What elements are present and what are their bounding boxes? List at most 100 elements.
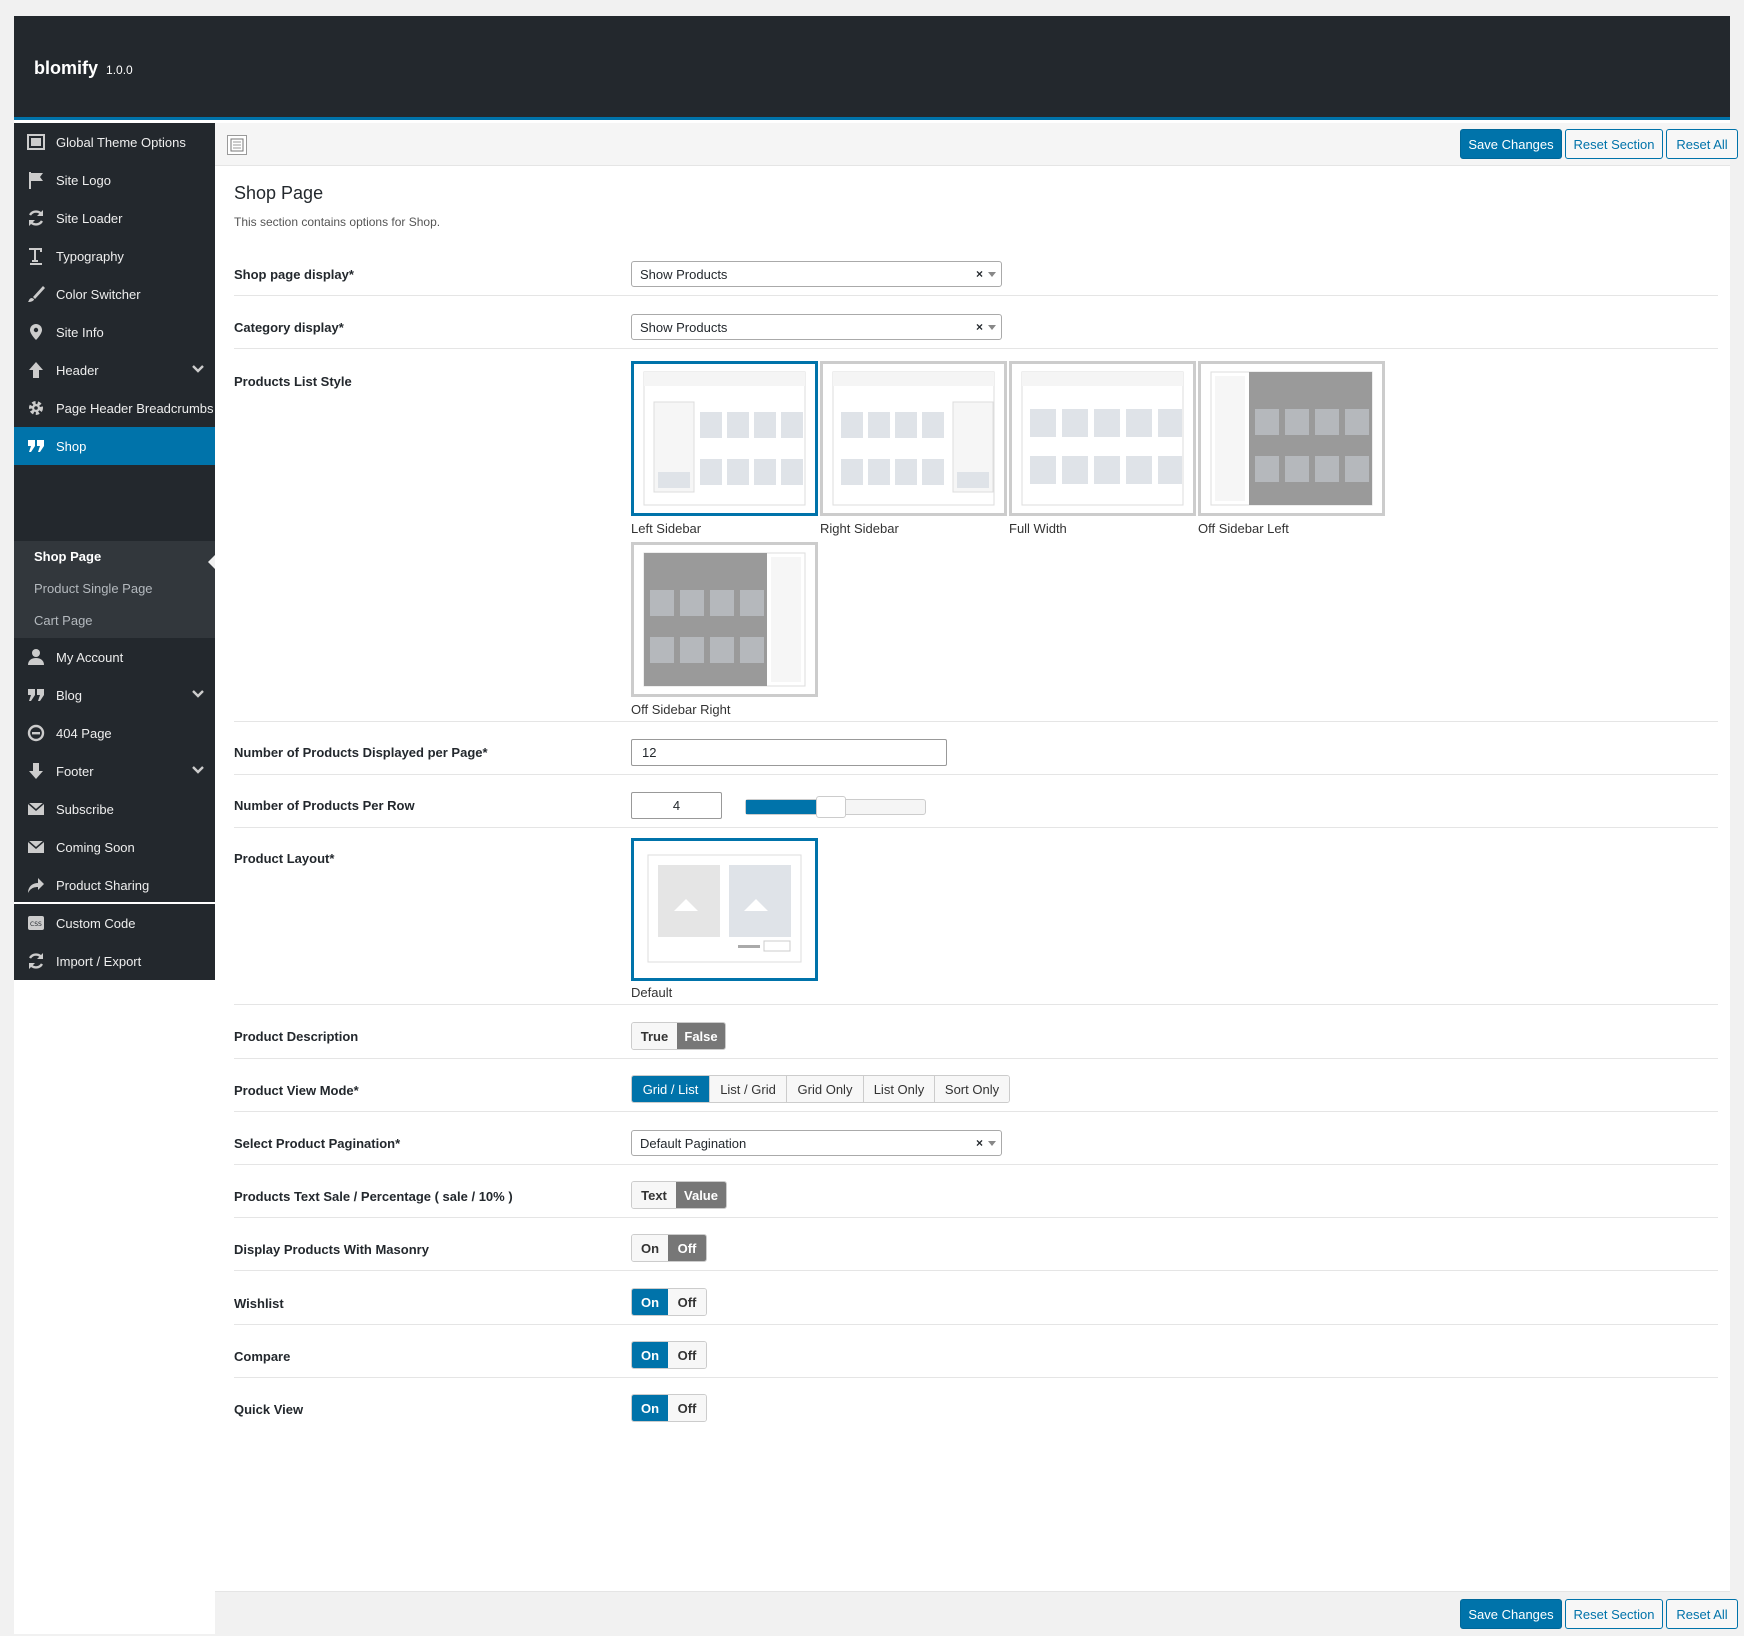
reset-section-button[interactable]: Reset Section bbox=[1565, 129, 1663, 159]
minus-circle-icon bbox=[25, 722, 47, 744]
view-mode-list-grid[interactable]: List / Grid bbox=[709, 1076, 786, 1102]
sidebar-item-site-loader[interactable]: Site Loader bbox=[14, 199, 215, 237]
chevron-down-icon[interactable] bbox=[191, 362, 205, 379]
off-option[interactable]: Off bbox=[668, 1342, 706, 1368]
top-toolbar: Save Changes Reset Section Reset All bbox=[215, 123, 1738, 166]
field-label: Products List Style bbox=[234, 374, 352, 389]
slider-handle[interactable] bbox=[816, 796, 846, 818]
per-page-input[interactable]: 12 bbox=[631, 739, 947, 766]
sidebar-item-label: My Account bbox=[56, 649, 124, 665]
text-option[interactable]: Text bbox=[632, 1182, 676, 1208]
shop-submenu: Shop Page Product Single Page Cart Page bbox=[14, 541, 215, 638]
sidebar-item-typography[interactable]: Typography bbox=[14, 237, 215, 275]
expand-options-icon[interactable] bbox=[227, 135, 247, 155]
list-style-left-sidebar[interactable] bbox=[631, 361, 818, 516]
list-style-caption: Full Width bbox=[1009, 521, 1067, 536]
sidebar-item-product-sharing[interactable]: Product Sharing bbox=[14, 866, 215, 904]
divider bbox=[234, 1004, 1718, 1005]
sidebar-item-header[interactable]: Header bbox=[14, 351, 215, 389]
view-mode-list-only[interactable]: List Only bbox=[863, 1076, 934, 1102]
chevron-down-icon[interactable] bbox=[191, 687, 205, 704]
divider bbox=[234, 1164, 1718, 1165]
app-name: blomify bbox=[34, 58, 99, 78]
save-changes-button[interactable]: Save Changes bbox=[1460, 1599, 1562, 1629]
reset-section-button[interactable]: Reset Section bbox=[1565, 1599, 1663, 1629]
wishlist-switch: On Off bbox=[631, 1288, 707, 1316]
product-layout-preview-icon bbox=[647, 854, 802, 963]
field-label: Wishlist bbox=[234, 1296, 284, 1311]
submenu-item-cart-page[interactable]: Cart Page bbox=[34, 613, 93, 628]
sidebar-item-label: Site Loader bbox=[56, 210, 123, 226]
submenu-item-product-single-page[interactable]: Product Single Page bbox=[34, 581, 153, 596]
product-layout-default[interactable] bbox=[631, 838, 818, 981]
sidebar-item-footer[interactable]: Footer bbox=[14, 752, 215, 790]
right-sidebar-preview-icon bbox=[832, 371, 995, 506]
list-style-caption: Right Sidebar bbox=[820, 521, 899, 536]
off-option[interactable]: Off bbox=[668, 1289, 706, 1315]
sidebar-item-shop[interactable]: Shop bbox=[14, 427, 215, 465]
list-style-off-sidebar-left[interactable] bbox=[1198, 361, 1385, 516]
quote-icon bbox=[25, 684, 47, 706]
on-option[interactable]: On bbox=[632, 1395, 668, 1421]
sidebar-item-custom-code[interactable]: CSS Custom Code bbox=[14, 904, 215, 942]
save-changes-button[interactable]: Save Changes bbox=[1460, 129, 1562, 159]
gear-icon bbox=[25, 397, 47, 419]
pagination-select[interactable]: Default Pagination × bbox=[631, 1130, 1002, 1156]
reset-all-button[interactable]: Reset All bbox=[1666, 1599, 1738, 1629]
options-panel: blomify 1.0.0 Global Theme Options Site L… bbox=[14, 16, 1738, 1634]
slider-fill bbox=[746, 800, 818, 814]
pin-icon bbox=[25, 321, 47, 343]
shop-display-select[interactable]: Show Products × bbox=[631, 261, 1002, 287]
sidebar-item-label: 404 Page bbox=[56, 725, 112, 741]
user-icon bbox=[25, 646, 47, 668]
category-display-select[interactable]: Show Products × bbox=[631, 314, 1002, 340]
on-option[interactable]: On bbox=[632, 1235, 668, 1261]
view-mode-grid-only[interactable]: Grid Only bbox=[786, 1076, 863, 1102]
sidebar-item-my-account[interactable]: My Account bbox=[14, 638, 215, 676]
sidebar-item-404-page[interactable]: 404 Page bbox=[14, 714, 215, 752]
on-option[interactable]: On bbox=[632, 1289, 668, 1315]
list-style-off-sidebar-right[interactable] bbox=[631, 542, 818, 697]
sidebar-item-page-header-breadcrumbs[interactable]: Page Header Breadcrumbs bbox=[14, 389, 215, 427]
divider bbox=[234, 1111, 1718, 1112]
sidebar-item-coming-soon[interactable]: Coming Soon bbox=[14, 828, 215, 866]
product-description-toggle: True False bbox=[631, 1022, 726, 1050]
field-label: Compare bbox=[234, 1349, 291, 1364]
sidebar-item-blog[interactable]: Blog bbox=[14, 676, 215, 714]
mail-icon bbox=[25, 798, 47, 820]
product-view-mode-buttons: Grid / List List / Grid Grid Only List O… bbox=[631, 1075, 1010, 1103]
quote-icon bbox=[25, 435, 47, 457]
off-option[interactable]: Off bbox=[668, 1395, 706, 1421]
divider bbox=[234, 721, 1718, 722]
masonry-switch: On Off bbox=[631, 1234, 707, 1262]
list-style-full-width[interactable] bbox=[1009, 361, 1196, 516]
view-mode-grid-list[interactable]: Grid / List bbox=[632, 1076, 709, 1102]
value-option[interactable]: Value bbox=[676, 1182, 726, 1208]
submenu-item-shop-page[interactable]: Shop Page bbox=[34, 549, 101, 564]
selected-value: Show Products bbox=[640, 319, 728, 335]
reset-all-button[interactable]: Reset All bbox=[1666, 129, 1738, 159]
off-option[interactable]: Off bbox=[668, 1235, 706, 1261]
arrow-up-icon bbox=[25, 359, 47, 381]
true-option[interactable]: True bbox=[632, 1023, 677, 1049]
mail-icon bbox=[25, 836, 47, 858]
sidebar-item-color-switcher[interactable]: Color Switcher bbox=[14, 275, 215, 313]
sidebar-item-site-logo[interactable]: Site Logo bbox=[14, 161, 215, 199]
false-option[interactable]: False bbox=[677, 1023, 725, 1049]
on-option[interactable]: On bbox=[632, 1342, 668, 1368]
off-sidebar-left-preview-icon bbox=[1210, 371, 1373, 506]
view-mode-sort-only[interactable]: Sort Only bbox=[934, 1076, 1009, 1102]
clear-icon[interactable]: × bbox=[976, 267, 983, 281]
clear-icon[interactable]: × bbox=[976, 320, 983, 334]
list-style-right-sidebar[interactable] bbox=[820, 361, 1007, 516]
sidebar-item-site-info[interactable]: Site Info bbox=[14, 313, 215, 351]
chevron-down-icon[interactable] bbox=[191, 763, 205, 780]
per-row-input[interactable]: 4 bbox=[631, 792, 722, 819]
sidebar-item-subscribe[interactable]: Subscribe bbox=[14, 790, 215, 828]
per-row-slider[interactable] bbox=[745, 796, 926, 818]
sidebar-item-import-export[interactable]: Import / Export bbox=[14, 942, 215, 980]
sidebar-item-global-theme-options[interactable]: Global Theme Options bbox=[14, 123, 215, 161]
sidebar: Global Theme Options Site Logo Site Load… bbox=[14, 123, 215, 902]
compare-switch: On Off bbox=[631, 1341, 707, 1369]
clear-icon[interactable]: × bbox=[976, 1136, 983, 1150]
